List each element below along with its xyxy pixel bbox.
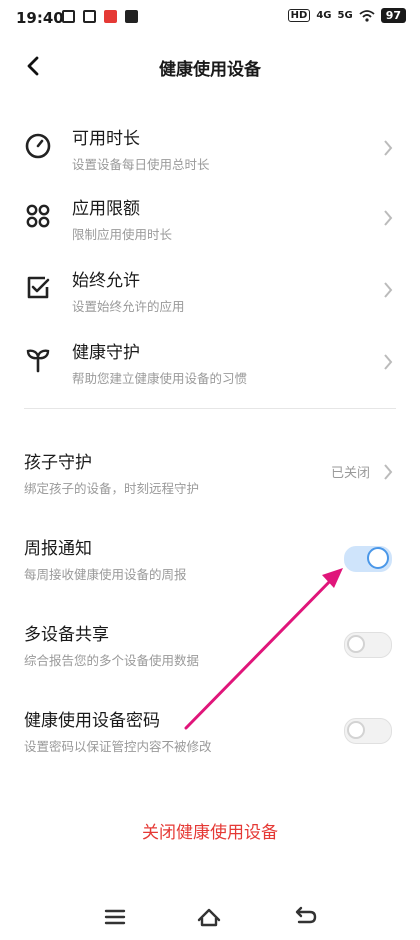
menu-item-title: 应用限额	[72, 199, 140, 219]
gallery-icon	[83, 10, 96, 23]
chevron-right-icon	[384, 140, 393, 156]
back-nav-icon[interactable]	[290, 904, 320, 930]
menu-item-title: 健康守护	[72, 343, 140, 363]
child-guard-row[interactable]: 孩子守护 绑定孩子的设备，时刻远程守护 已关闭	[0, 436, 420, 506]
child-guard-status: 已关闭	[330, 466, 370, 481]
menu-item-always-allowed[interactable]: 始终允许 设置始终允许的应用	[0, 254, 420, 324]
menu-item-health-guard[interactable]: 健康守护 帮助您建立健康使用设备的习惯	[0, 326, 420, 396]
signal-5g-icon: 5G	[337, 10, 353, 21]
weekly-report-row: 周报通知 每周接收健康使用设备的周报	[0, 522, 420, 592]
multi-device-toggle[interactable]	[344, 632, 392, 658]
menu-item-subtitle: 限制应用使用时长	[72, 227, 173, 242]
status-bar: 19:40 HD 4G 5G 97	[0, 0, 420, 36]
weekly-report-toggle[interactable]	[344, 546, 392, 572]
multi-device-title: 多设备共享	[24, 625, 109, 645]
book-icon	[125, 10, 138, 23]
menu-item-title: 可用时长	[72, 129, 140, 149]
menu-item-subtitle: 设置设备每日使用总时长	[72, 157, 210, 172]
hd-icon: HD	[287, 9, 311, 22]
page-title: 健康使用设备	[159, 60, 261, 80]
password-row: 健康使用设备密码 设置密码以保证管控内容不被修改	[0, 694, 420, 764]
app-red-icon	[104, 10, 117, 23]
system-nav-bar	[0, 896, 420, 940]
multi-device-row: 多设备共享 综合报告您的多个设备使用数据	[0, 608, 420, 678]
checkbox-icon	[27, 276, 50, 299]
menu-item-available-duration[interactable]: 可用时长 设置设备每日使用总时长	[0, 112, 420, 182]
chevron-right-icon	[384, 464, 393, 480]
page-header: 健康使用设备	[0, 36, 420, 98]
weekly-report-subtitle: 每周接收健康使用设备的周报	[24, 567, 187, 582]
toggle-knob	[367, 547, 389, 569]
password-title: 健康使用设备密码	[24, 711, 160, 731]
chevron-right-icon	[384, 354, 393, 370]
password-toggle[interactable]	[344, 718, 392, 744]
menu-icon[interactable]	[100, 904, 130, 930]
menu-item-title: 始终允许	[72, 271, 140, 291]
notification-icons	[62, 10, 138, 23]
signal-4g-icon: 4G	[316, 10, 332, 21]
clock-icon	[25, 133, 51, 159]
sprout-icon	[26, 349, 50, 373]
menu-item-subtitle: 帮助您建立健康使用设备的习惯	[72, 371, 248, 386]
music-icon	[62, 10, 75, 23]
home-icon[interactable]	[194, 904, 224, 930]
chevron-right-icon	[384, 210, 393, 226]
toggle-knob	[347, 721, 365, 739]
multi-device-subtitle: 综合报告您的多个设备使用数据	[24, 653, 200, 668]
chevron-right-icon	[384, 282, 393, 298]
apps-grid-icon	[26, 204, 50, 228]
child-guard-title: 孩子守护	[24, 453, 92, 473]
status-indicators: HD 4G 5G 97	[287, 8, 406, 23]
child-guard-subtitle: 绑定孩子的设备，时刻远程守护	[24, 481, 200, 496]
password-subtitle: 设置密码以保证管控内容不被修改	[24, 739, 212, 754]
section-divider	[24, 408, 396, 409]
close-health-button[interactable]: 关闭健康使用设备	[0, 818, 420, 843]
weekly-report-title: 周报通知	[24, 539, 92, 559]
menu-item-app-limits[interactable]: 应用限额 限制应用使用时长	[0, 182, 420, 252]
wifi-icon	[359, 9, 375, 22]
toggle-knob	[347, 635, 365, 653]
status-time: 19:40	[16, 9, 64, 27]
battery-indicator: 97	[380, 8, 406, 23]
menu-item-subtitle: 设置始终允许的应用	[72, 299, 185, 314]
